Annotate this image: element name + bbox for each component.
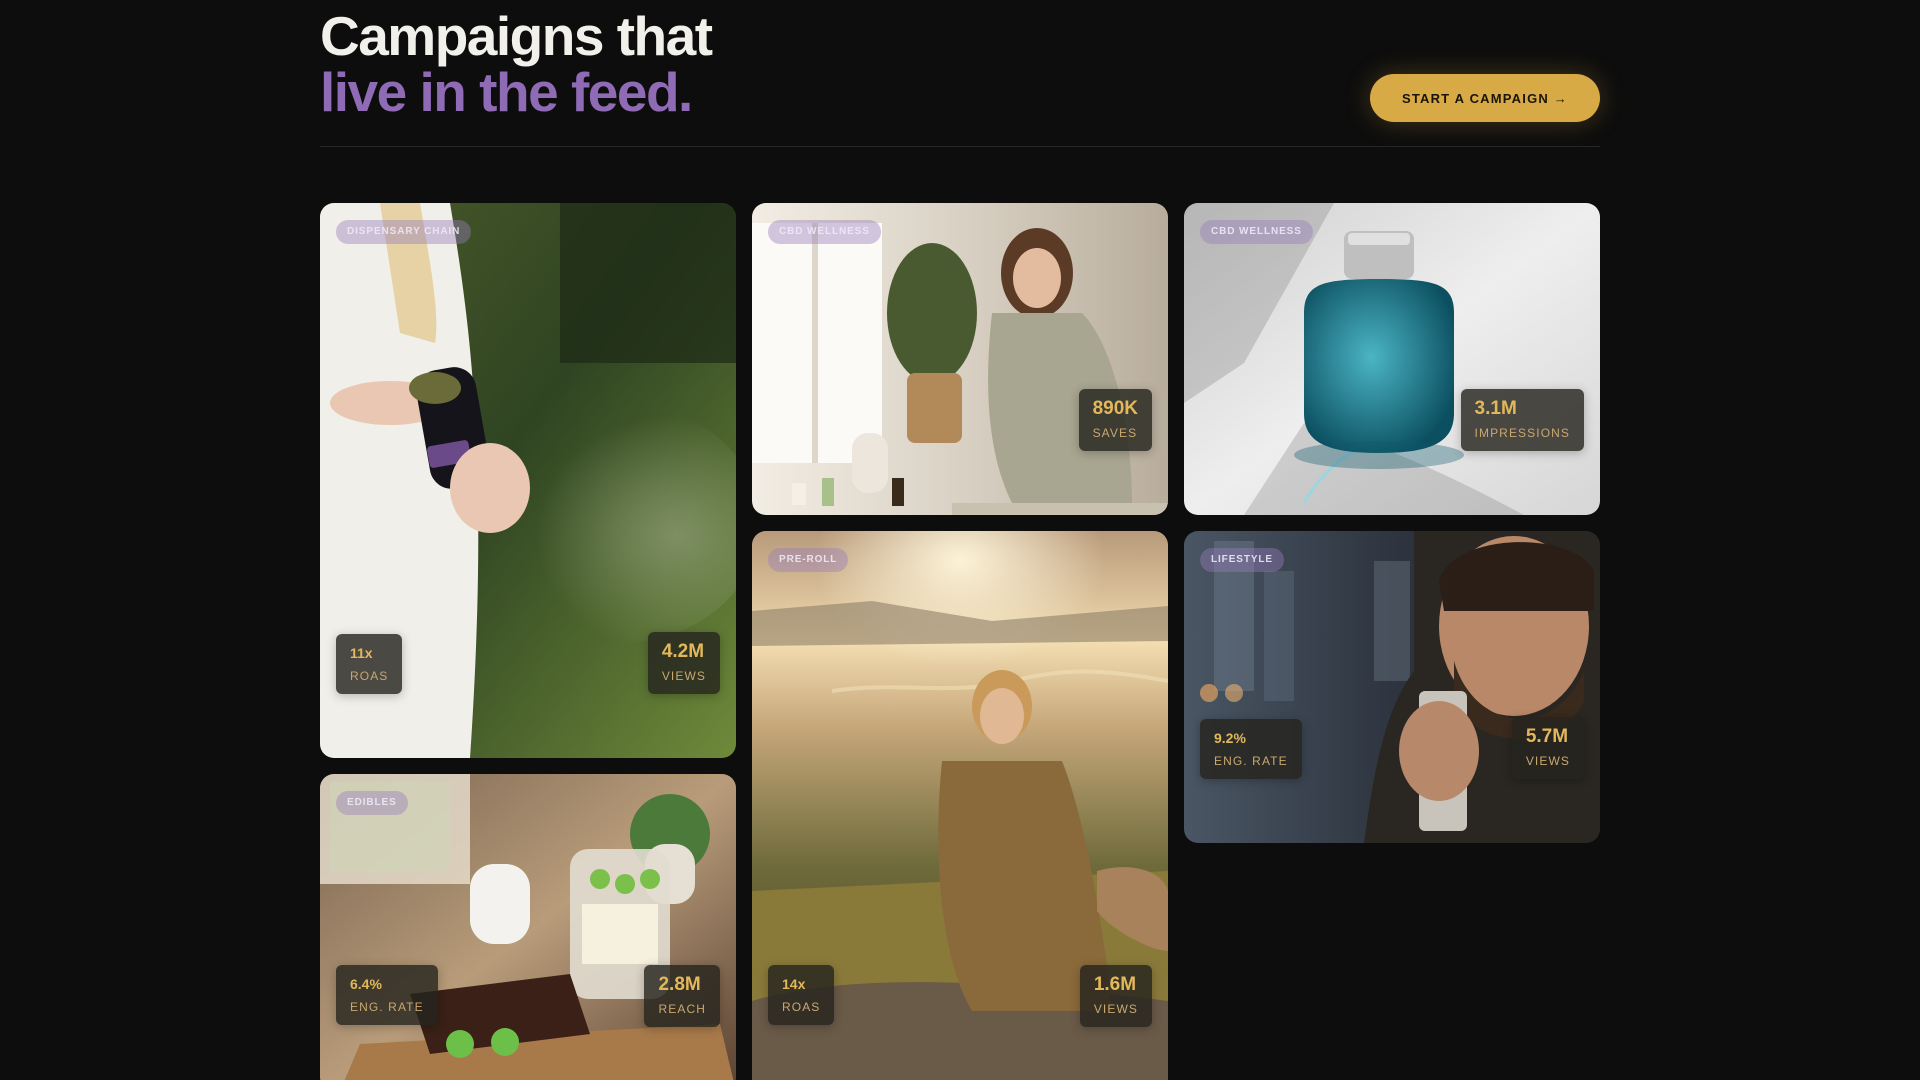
metric-value: 9.2% <box>1214 730 1246 746</box>
campaign-category-tag: EDIBLES <box>336 791 408 815</box>
metric-label: ROAS <box>350 669 389 683</box>
metric-value: 2.8M <box>658 974 701 995</box>
campaign-category-tag: CBD WELLNESS <box>768 220 881 244</box>
campaign-grid: DISPENSARY CHAIN 11x ROAS 4.2M VIEWS CBD… <box>0 0 1920 1080</box>
campaign-card-lifestyle[interactable]: LIFESTYLE 9.2% ENG. RATE 5.7M VIEWS <box>1184 531 1600 843</box>
metric-value: 14x <box>782 976 806 992</box>
metric-label: IMPRESSIONS <box>1474 426 1570 440</box>
metric-views: 5.7M VIEWS <box>1511 717 1584 779</box>
metric-value: 1.6M <box>1093 974 1137 995</box>
metric-label: SAVES <box>1092 426 1138 440</box>
metric-value: 890K <box>1092 398 1138 419</box>
campaign-card-cbd-wellness-dropper[interactable]: CBD WELLNESS 890K SAVES <box>752 203 1168 515</box>
campaign-card-dispensary-chain[interactable]: DISPENSARY CHAIN 11x ROAS 4.2M VIEWS <box>320 203 736 758</box>
metric-engagement-rate: 9.2% ENG. RATE <box>1200 719 1302 779</box>
metric-value: 6.4% <box>350 976 382 992</box>
metric-views: 1.6M VIEWS <box>1079 965 1152 1027</box>
metric-label: VIEWS <box>1525 754 1570 768</box>
campaign-card-edibles[interactable]: EDIBLES 6.4% ENG. RATE 2.8M REACH <box>320 774 736 1080</box>
metric-impressions: 3.1M IMPRESSIONS <box>1460 389 1584 451</box>
campaign-image <box>752 203 1168 515</box>
page: Campaigns that live in the feed. START A… <box>0 0 1920 1080</box>
campaign-card-pre-roll[interactable]: PRE-ROLL 14x ROAS 1.6M VIEWS <box>752 531 1168 1080</box>
campaign-card-cbd-wellness-bottle[interactable]: CBD WELLNESS 3.1M IMPRESSIONS <box>1184 203 1600 515</box>
campaign-category-tag: CBD WELLNESS <box>1200 220 1313 244</box>
campaign-image <box>1184 531 1600 843</box>
metric-label: ENG. RATE <box>1214 754 1288 768</box>
campaign-image <box>1184 203 1600 515</box>
metric-engagement-rate: 6.4% ENG. RATE <box>336 965 438 1025</box>
campaign-category-tag: DISPENSARY CHAIN <box>336 220 472 244</box>
campaign-image <box>320 774 736 1080</box>
metric-label: VIEWS <box>1093 1002 1138 1016</box>
campaign-category-tag: LIFESTYLE <box>1200 548 1284 572</box>
metric-roas: 11x ROAS <box>336 634 403 694</box>
metric-value: 11x <box>350 645 373 661</box>
metric-value: 4.2M <box>661 641 705 662</box>
metric-value: 5.7M <box>1525 726 1569 747</box>
metric-saves: 890K SAVES <box>1078 389 1152 451</box>
metric-label: VIEWS <box>661 669 706 683</box>
metric-label: ROAS <box>782 1000 821 1014</box>
metric-roas: 14x ROAS <box>768 965 835 1025</box>
metric-value: 3.1M <box>1474 398 1517 419</box>
metric-label: REACH <box>658 1002 706 1016</box>
metric-label: ENG. RATE <box>350 1000 424 1014</box>
metric-views: 4.2M VIEWS <box>647 632 720 694</box>
metric-reach: 2.8M REACH <box>644 965 720 1027</box>
campaign-category-tag: PRE-ROLL <box>768 548 849 572</box>
